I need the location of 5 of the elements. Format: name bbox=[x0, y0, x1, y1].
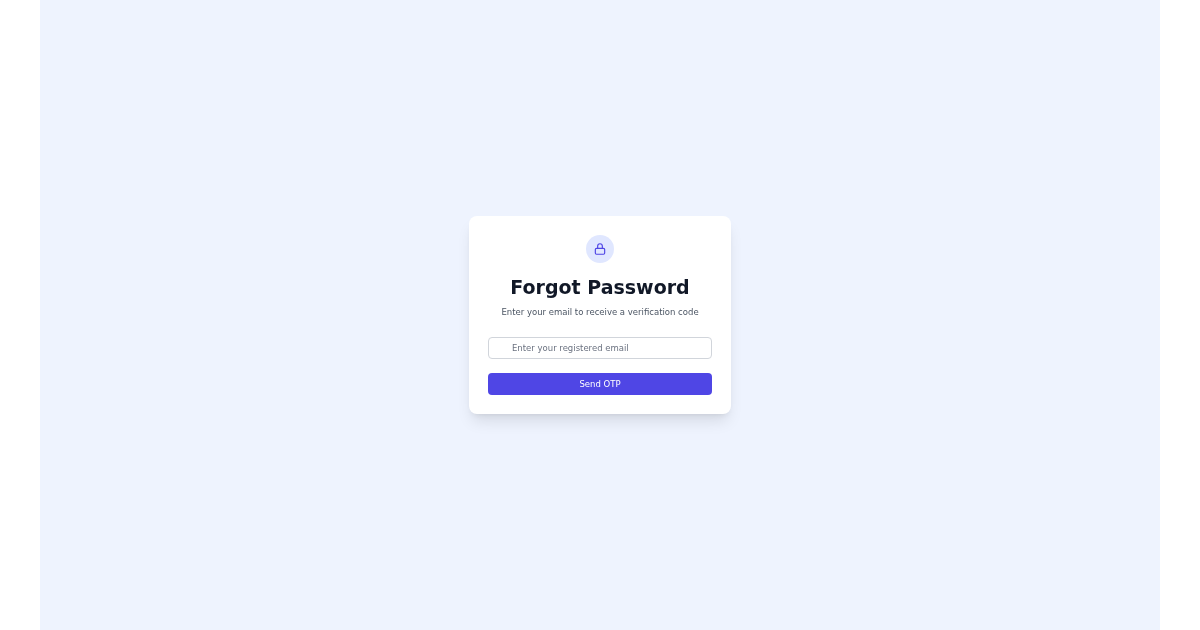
send-otp-button[interactable]: Send OTP bbox=[488, 373, 712, 396]
card-subtitle: Enter your email to receive a verification code bbox=[501, 305, 699, 319]
card-title: Forgot Password bbox=[510, 275, 690, 300]
lock-icon bbox=[586, 234, 614, 263]
email-field[interactable]: Enter your registered email bbox=[488, 337, 712, 360]
